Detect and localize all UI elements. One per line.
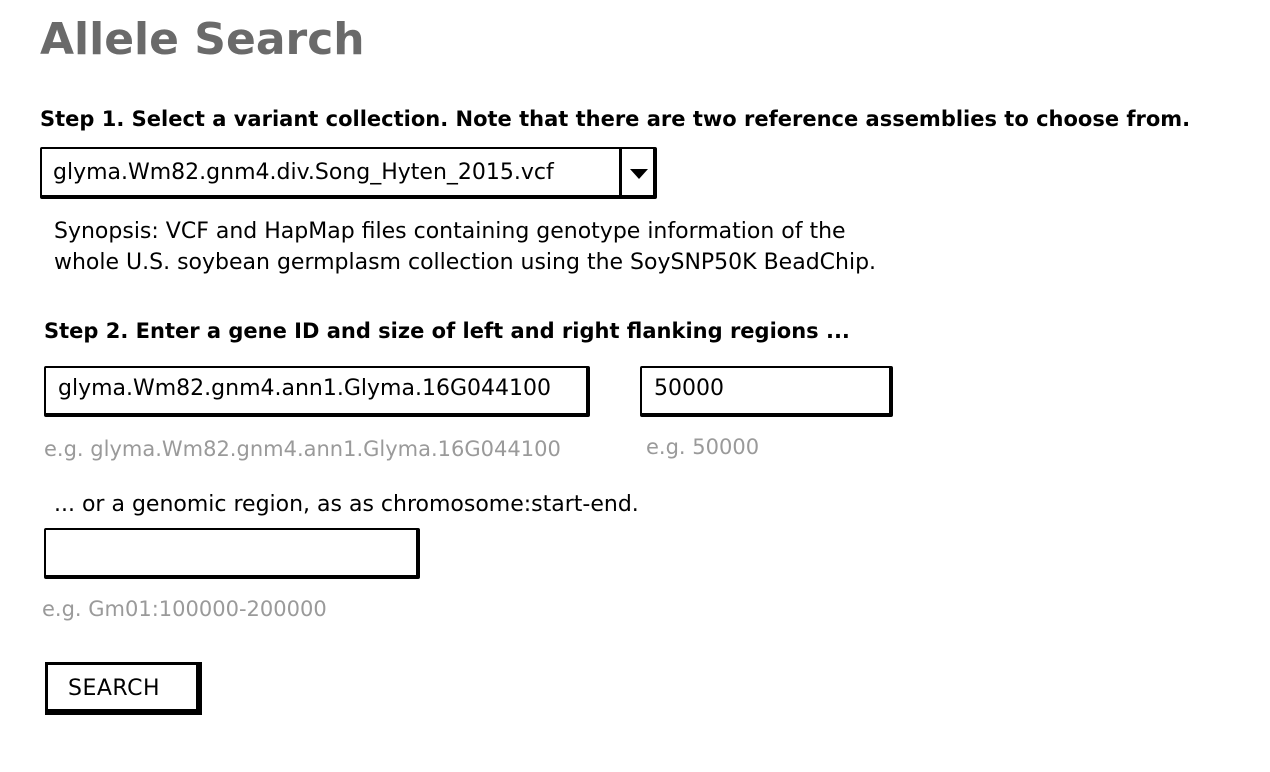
synopsis-line-2: whole U.S. soybean germplasm collection … [54, 250, 877, 275]
gene-id-input[interactable]: glyma.Wm82.gnm4.ann1.Glyma.16G044100 [44, 366, 590, 417]
select-divider [619, 149, 622, 197]
genomic-region-label: ... or a genomic region, as as chromosom… [54, 492, 639, 517]
search-button[interactable]: SEARCH [45, 662, 202, 715]
variant-collection-selected-value: glyma.Wm82.gnm4.div.Song_Hyten_2015.vcf [53, 160, 554, 185]
chevron-down-icon[interactable] [630, 169, 648, 179]
gene-id-hint: e.g. glyma.Wm82.gnm4.ann1.Glyma.16G04410… [44, 437, 561, 461]
genomic-region-input[interactable] [44, 528, 420, 579]
flanking-size-input-value: 50000 [654, 376, 724, 401]
step1-heading: Step 1. Select a variant collection. Not… [40, 107, 1191, 131]
search-button-label: SEARCH [68, 676, 161, 701]
flanking-size-hint: e.g. 50000 [646, 435, 760, 459]
gene-id-input-value: glyma.Wm82.gnm4.ann1.Glyma.16G044100 [58, 376, 551, 401]
variant-collection-select[interactable]: glyma.Wm82.gnm4.div.Song_Hyten_2015.vcf [40, 147, 657, 199]
flanking-size-input[interactable]: 50000 [640, 366, 893, 417]
genomic-region-hint: e.g. Gm01:100000-200000 [42, 597, 327, 621]
step2-heading: Step 2. Enter a gene ID and size of left… [44, 319, 850, 343]
synopsis-line-1: Synopsis: VCF and HapMap files containin… [54, 219, 846, 244]
synopsis-text: Synopsis: VCF and HapMap files containin… [54, 216, 876, 278]
page-title: Allele Search [40, 14, 365, 65]
